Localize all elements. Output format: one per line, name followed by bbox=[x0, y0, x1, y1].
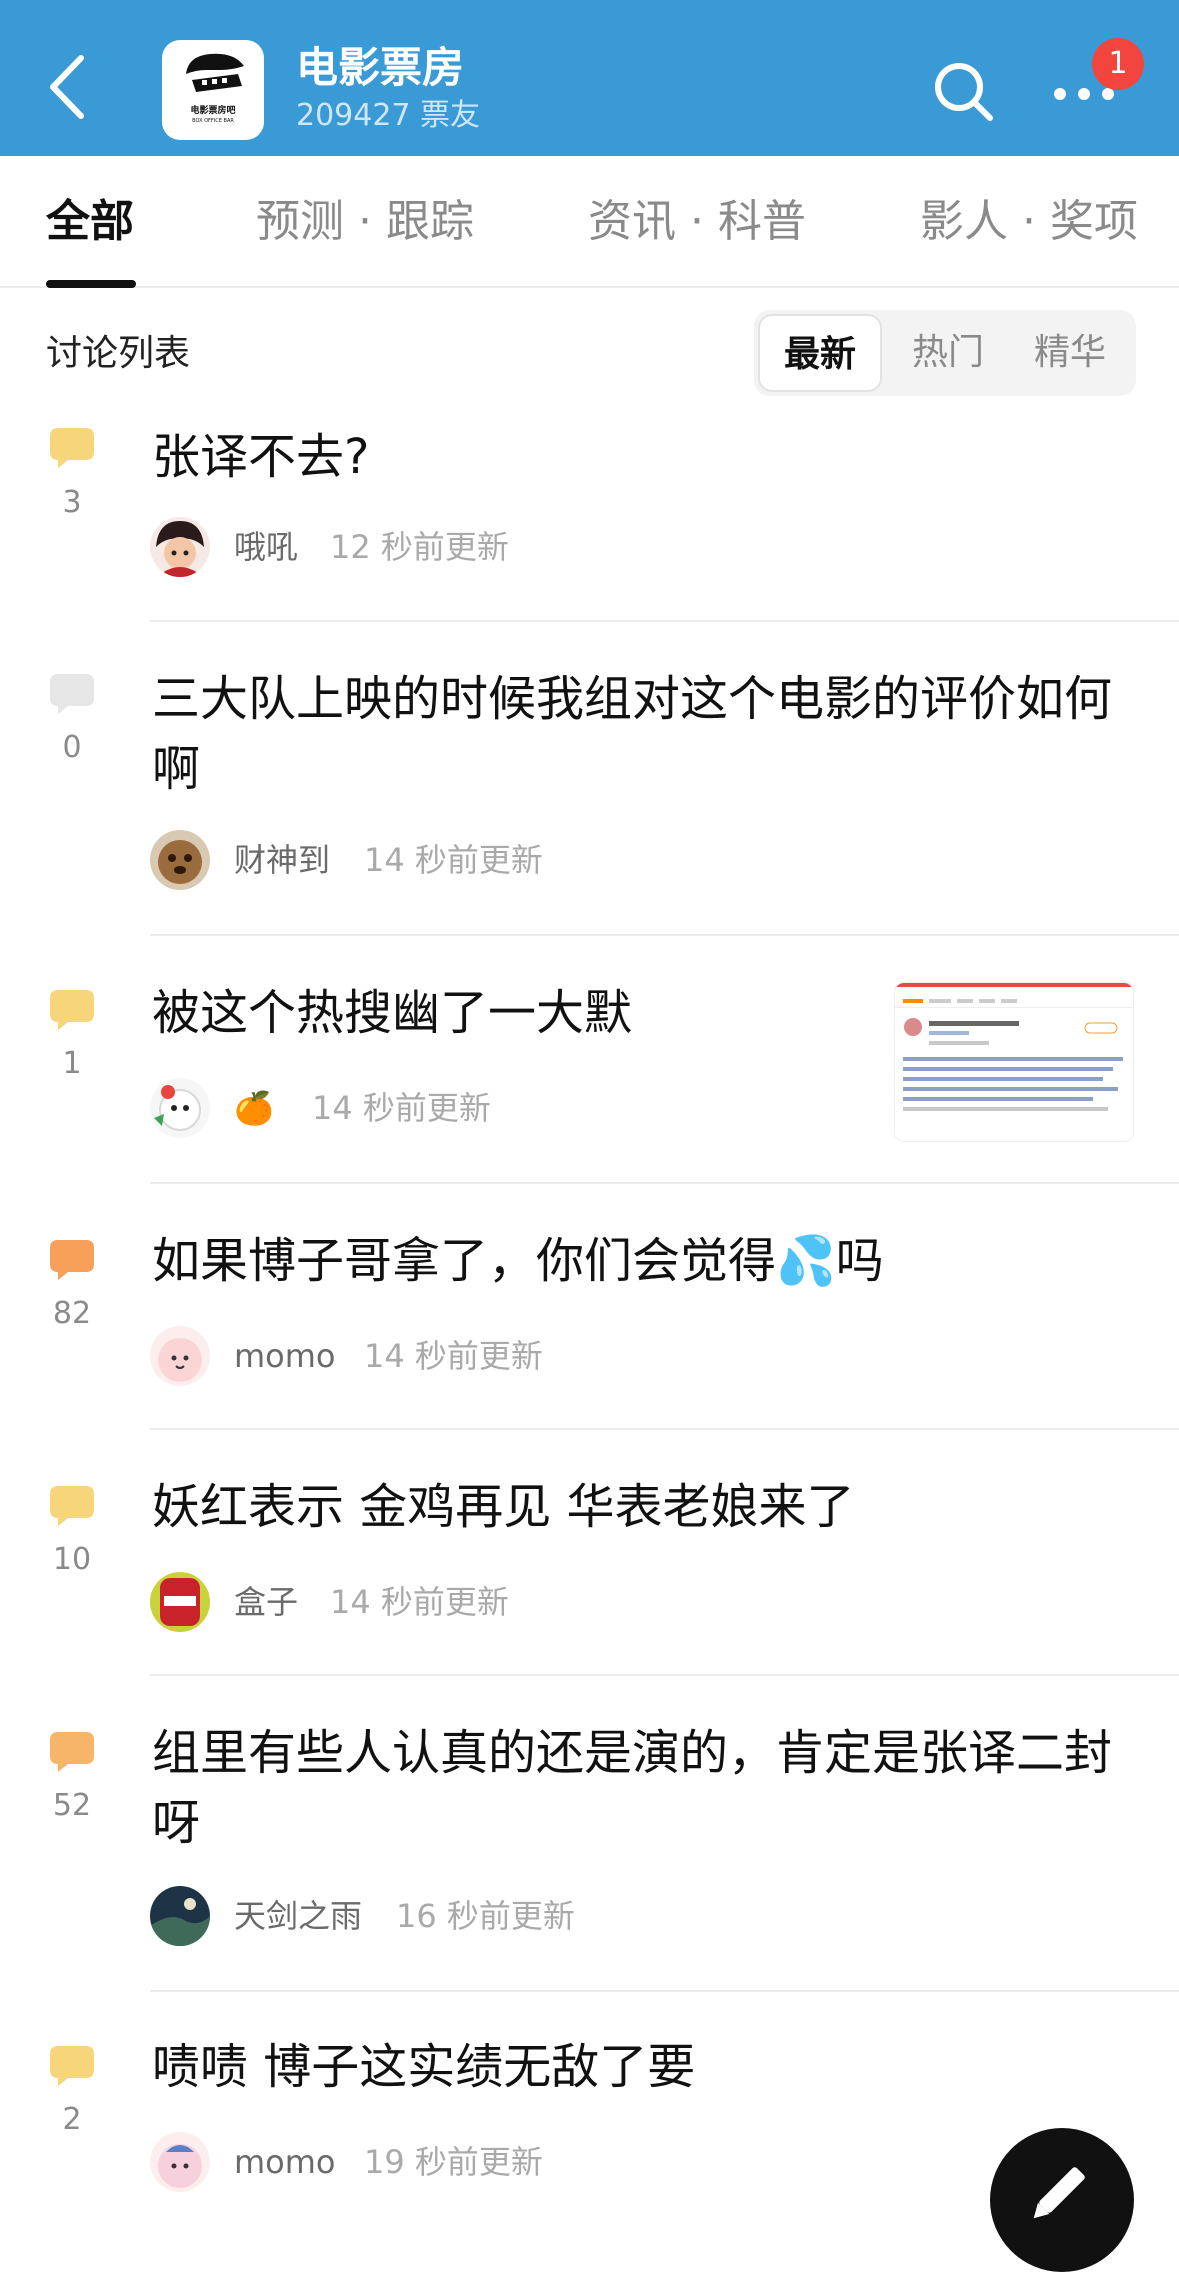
avatar[interactable] bbox=[150, 517, 210, 577]
reply-count: 2 bbox=[62, 2102, 82, 2137]
thread-title[interactable]: 啧啧 博子这实绩无敌了要 bbox=[152, 2032, 1132, 2102]
notification-badge: 1 bbox=[1092, 38, 1144, 90]
back-button[interactable] bbox=[40, 52, 94, 122]
tab-people-awards[interactable]: 影人 · 奖项 bbox=[920, 194, 1138, 250]
chevron-left-icon bbox=[50, 55, 84, 119]
reply-count: 0 bbox=[62, 730, 82, 765]
sort-hot[interactable]: 热门 bbox=[890, 314, 1006, 392]
update-time: 14 秒前更新 bbox=[312, 1089, 491, 1127]
top-bar: 电影票房吧 BOX OFFICE BAR 电影票房 209427 票友 1 bbox=[0, 0, 1179, 156]
author-name[interactable]: momo bbox=[234, 2140, 336, 2184]
reply-bubble-icon bbox=[50, 1240, 94, 1280]
reply-bubble-icon bbox=[50, 674, 94, 714]
sort-newest[interactable]: 最新 bbox=[758, 314, 882, 392]
thread-item[interactable]: 82 如果博子哥拿了，你们会觉得💦吗 momo 14 秒前更新 bbox=[0, 1184, 1179, 1430]
author-name[interactable]: momo bbox=[234, 1334, 336, 1378]
thread-title[interactable]: 被这个热搜幽了一大默 bbox=[152, 978, 852, 1048]
author-name[interactable]: 🍊 bbox=[234, 1086, 274, 1130]
reply-count: 10 bbox=[52, 1542, 92, 1577]
thread-thumbnail[interactable] bbox=[894, 982, 1134, 1142]
reply-bubble-icon bbox=[50, 1732, 94, 1772]
thread-item[interactable]: 0 三大队上映的时候我组对这个电影的评价如何啊 财神到 14 秒前更新 bbox=[0, 622, 1179, 936]
author-name[interactable]: 哦吼 bbox=[234, 525, 298, 569]
update-time: 14 秒前更新 bbox=[330, 1583, 509, 1621]
avatar[interactable] bbox=[150, 830, 210, 890]
group-member-count: 209427 票友 bbox=[296, 98, 481, 133]
tab-prediction[interactable]: 预测 · 跟踪 bbox=[256, 194, 474, 250]
thread-title[interactable]: 组里有些人认真的还是演的，肯定是张译二封呀 bbox=[152, 1718, 1132, 1858]
author-name[interactable]: 盒子 bbox=[234, 1580, 298, 1624]
search-button[interactable] bbox=[930, 58, 996, 124]
thread-item[interactable]: 52 组里有些人认真的还是演的，肯定是张译二封呀 天剑之雨 16 秒前更新 bbox=[0, 1676, 1179, 1992]
group-logo[interactable]: 电影票房吧 BOX OFFICE BAR bbox=[162, 40, 264, 140]
group-title: 电影票房 bbox=[296, 43, 465, 92]
reply-bubble-icon bbox=[50, 1486, 94, 1526]
update-time: 12 秒前更新 bbox=[330, 528, 509, 566]
author-name[interactable]: 天剑之雨 bbox=[234, 1894, 362, 1938]
avatar[interactable] bbox=[150, 1078, 210, 1138]
update-time: 16 秒前更新 bbox=[396, 1897, 575, 1935]
logo-subtext: BOX OFFICE BAR bbox=[192, 118, 234, 124]
reply-bubble-icon bbox=[50, 428, 94, 468]
thread-title[interactable]: 如果博子哥拿了，你们会觉得💦吗 bbox=[152, 1226, 1132, 1296]
sort-switch: 最新 热门 精华 bbox=[754, 310, 1136, 396]
tab-news[interactable]: 资讯 · 科普 bbox=[588, 194, 806, 250]
reply-count: 3 bbox=[62, 485, 82, 520]
avatar[interactable] bbox=[150, 2132, 210, 2192]
author-name[interactable]: 财神到 bbox=[234, 838, 330, 882]
avatar[interactable] bbox=[150, 1326, 210, 1386]
thread-item[interactable]: 10 妖红表示 金鸡再见 华表老娘来了 盒子 14 秒前更新 bbox=[0, 1430, 1179, 1676]
sort-featured[interactable]: 精华 bbox=[1012, 314, 1128, 392]
reply-count: 52 bbox=[52, 1788, 92, 1823]
reply-bubble-icon bbox=[50, 2046, 94, 2086]
active-tab-indicator bbox=[46, 280, 136, 288]
logo-text: 电影票房吧 bbox=[190, 106, 236, 116]
search-icon bbox=[935, 63, 993, 121]
thread-item[interactable]: 3 张译不去? 哦吼 12 秒前更新 bbox=[0, 410, 1179, 622]
category-tabs: 全部 预测 · 跟踪 资讯 · 科普 影人 · 奖项 bbox=[0, 156, 1179, 288]
update-time: 14 秒前更新 bbox=[364, 841, 543, 879]
update-time: 19 秒前更新 bbox=[364, 2143, 543, 2181]
reply-bubble-icon bbox=[50, 990, 94, 1030]
thread-title[interactable]: 张译不去? bbox=[152, 422, 1132, 492]
section-label: 讨论列表 bbox=[46, 333, 191, 374]
tab-all[interactable]: 全部 bbox=[46, 194, 134, 250]
update-time: 14 秒前更新 bbox=[364, 1337, 543, 1375]
compose-button[interactable] bbox=[990, 2128, 1134, 2272]
thread-title[interactable]: 妖红表示 金鸡再见 华表老娘来了 bbox=[152, 1472, 1132, 1542]
reply-count: 1 bbox=[62, 1046, 82, 1081]
thread-title[interactable]: 三大队上映的时候我组对这个电影的评价如何啊 bbox=[152, 664, 1132, 804]
avatar[interactable] bbox=[150, 1886, 210, 1946]
reply-count: 82 bbox=[52, 1296, 92, 1331]
film-reel-icon bbox=[186, 53, 244, 92]
pencil-icon bbox=[1033, 2167, 1085, 2219]
thread-item[interactable]: 1 被这个热搜幽了一大默 🍊 14 秒前更新 bbox=[0, 936, 1179, 1184]
avatar[interactable] bbox=[150, 1572, 210, 1632]
